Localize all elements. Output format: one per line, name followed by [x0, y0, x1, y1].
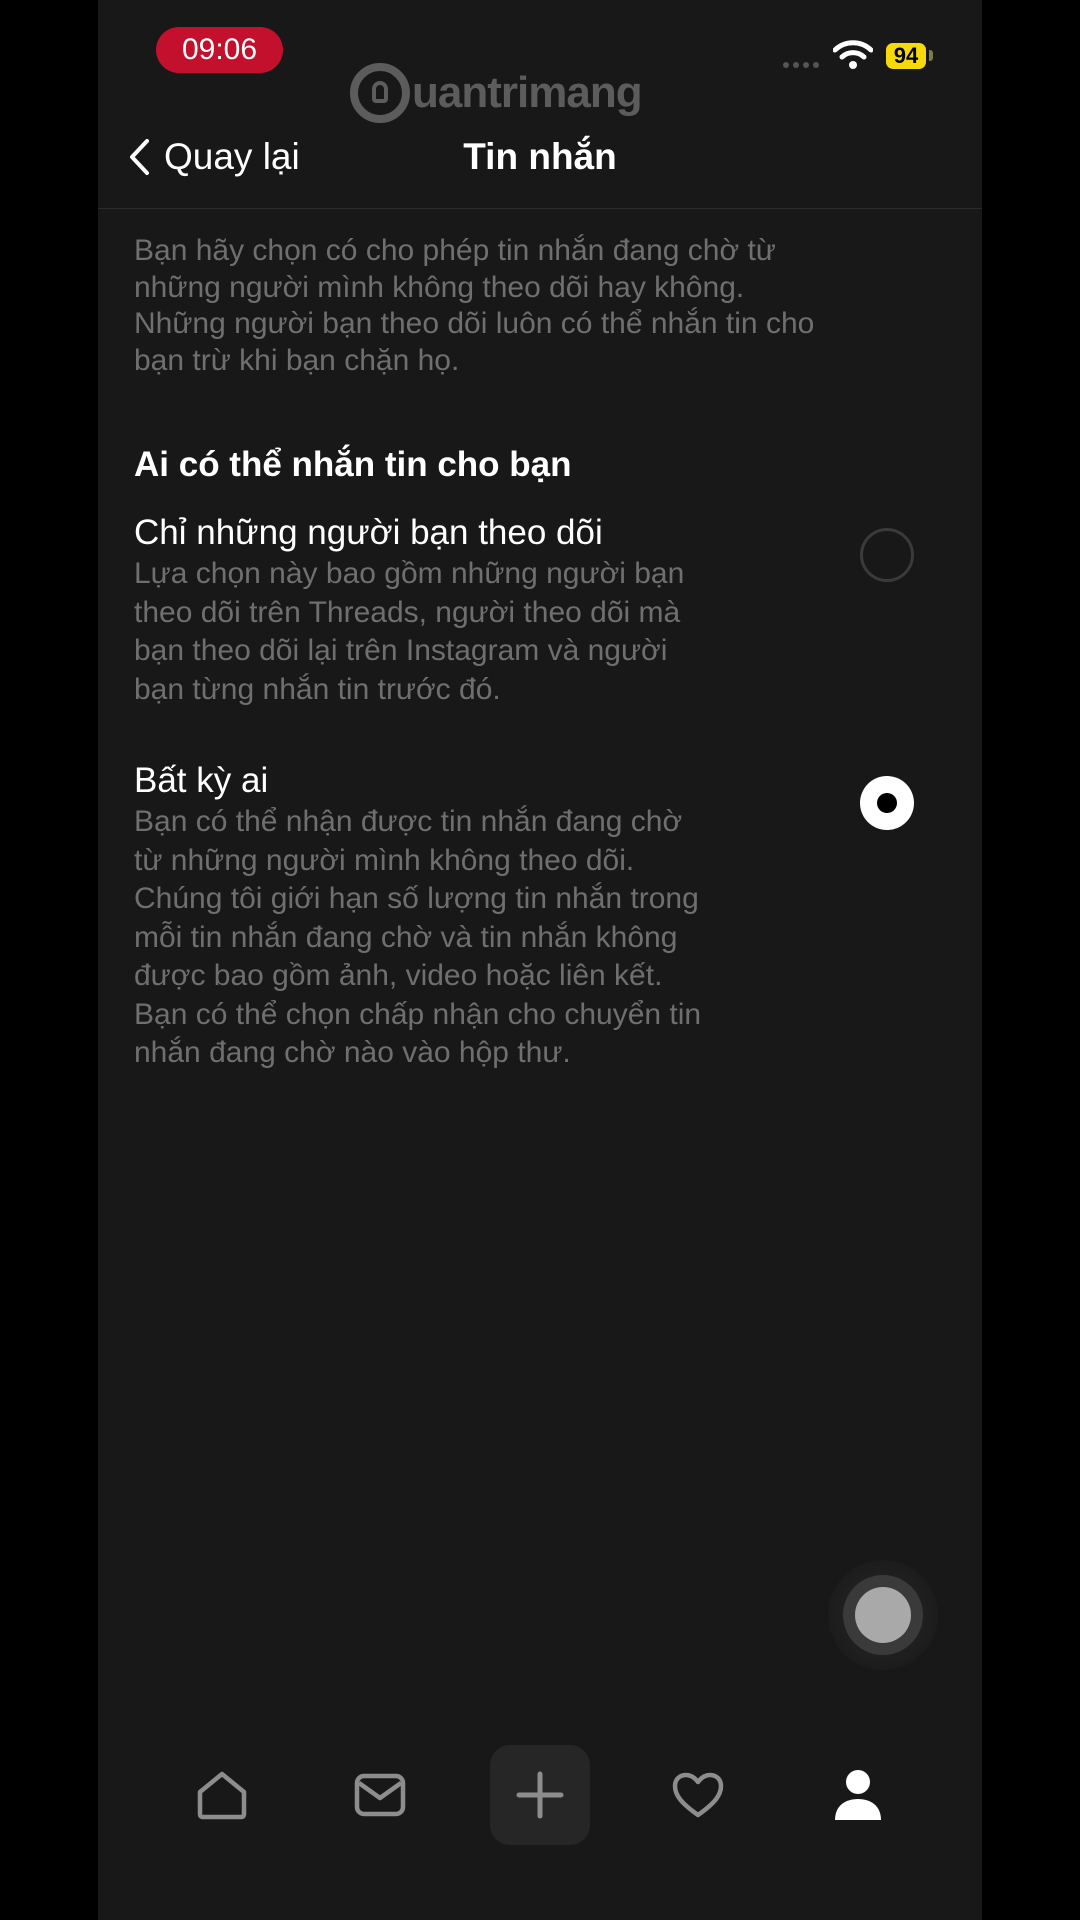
- tab-home[interactable]: [172, 1745, 272, 1845]
- section-title: Ai có thể nhắn tin cho bạn: [134, 445, 572, 484]
- inbox-icon: [354, 1773, 406, 1817]
- cellular-signal-icon: [783, 62, 823, 70]
- header: Quay lại Tin nhắn: [98, 108, 982, 209]
- profile-icon: [835, 1770, 881, 1820]
- intro-text: Bạn hãy chọn có cho phép tin nhắn đang c…: [134, 234, 815, 377]
- tab-bar: [98, 1745, 982, 1845]
- home-icon: [197, 1771, 247, 1820]
- heart-icon: [672, 1772, 724, 1818]
- option-description: Bạn có thể nhận được tin nhắn đang chờ t…: [134, 805, 702, 1069]
- page-title: Tin nhắn: [463, 136, 617, 177]
- option-description: Lựa chọn này bao gồm những người bạn the…: [134, 557, 685, 706]
- option-label: Bất kỳ ai: [134, 761, 269, 800]
- tab-profile[interactable]: [808, 1745, 908, 1845]
- tab-inbox[interactable]: [330, 1745, 430, 1845]
- radio-anyone[interactable]: [860, 776, 914, 830]
- tab-new-post[interactable]: [490, 1745, 590, 1845]
- radio-following-only[interactable]: [860, 528, 914, 582]
- tab-activity[interactable]: [648, 1745, 748, 1845]
- wifi-icon: [833, 40, 873, 69]
- battery-indicator: 94: [886, 43, 926, 69]
- option-label: Chỉ những người bạn theo dõi: [134, 513, 603, 552]
- option-following-only[interactable]: Chỉ những người bạn theo dõi Lựa chọn nà…: [134, 511, 914, 709]
- screen: 09:06 94 uantrimang Quay lại Tin nhắn Bạ…: [98, 0, 982, 1920]
- plus-icon: [516, 1771, 564, 1819]
- battery-tip: [929, 50, 933, 61]
- option-anyone[interactable]: Bất kỳ ai Bạn có thể nhận được tin nhắn …: [134, 759, 914, 1073]
- status-time: 09:06: [156, 27, 283, 73]
- assistive-touch-button[interactable]: [828, 1560, 938, 1670]
